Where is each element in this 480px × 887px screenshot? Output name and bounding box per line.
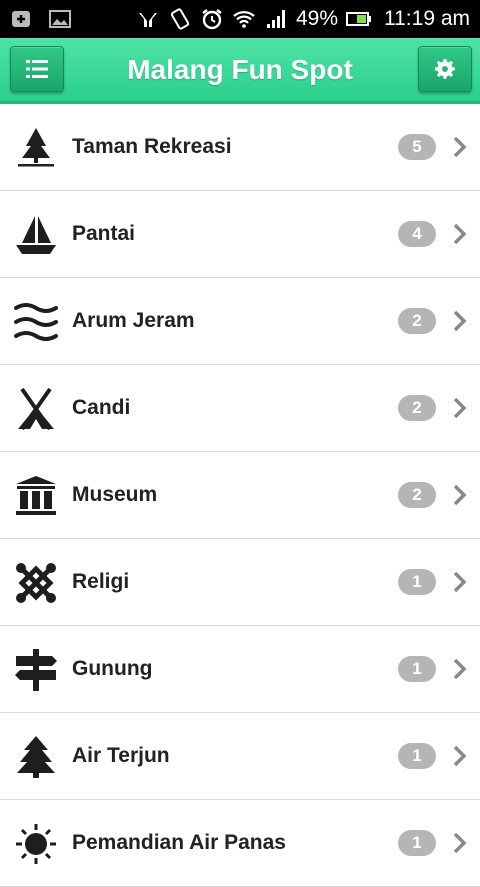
menu-button[interactable] (10, 46, 64, 92)
sun-icon (16, 824, 56, 864)
battery-icon (346, 12, 371, 26)
list-item-air-terjun[interactable]: Air Terjun 1 (0, 713, 480, 800)
chevron-right-icon (453, 484, 467, 506)
count-badge: 1 (398, 830, 436, 856)
count-badge: 2 (398, 308, 436, 334)
count-badge: 1 (398, 569, 436, 595)
rotate-icon (170, 8, 190, 30)
chevron-right-icon (453, 658, 467, 680)
signal-icon (266, 10, 285, 28)
list-item-arum-jeram[interactable]: Arum Jeram 2 (0, 278, 480, 365)
pine-tree-icon (17, 736, 55, 778)
signpost-icon (15, 649, 57, 691)
chevron-right-icon (453, 310, 467, 332)
list-menu-icon (26, 60, 48, 78)
count-badge: 1 (398, 656, 436, 682)
app-bar: Malang Fun Spot (0, 38, 480, 104)
chevron-right-icon (453, 832, 467, 854)
count-badge: 5 (398, 134, 436, 160)
list-item-museum[interactable]: Museum 2 (0, 452, 480, 539)
list-item-pemandian-air-panas[interactable]: Pemandian Air Panas 1 (0, 800, 480, 887)
wifi-icon (233, 11, 255, 28)
tent-icon (18, 387, 54, 431)
clock: 11:19 am (384, 7, 470, 30)
list-item-label: Arum Jeram (72, 309, 195, 332)
list-item-taman-rekreasi[interactable]: Taman Rekreasi 5 (0, 104, 480, 191)
count-badge: 1 (398, 743, 436, 769)
battery-percent: 49% (295, 7, 338, 30)
image-icon (49, 10, 71, 28)
list-item-pantai[interactable]: Pantai 4 (0, 191, 480, 278)
category-list: Taman Rekreasi 5 Pantai 4 Arum Jeram 2 C… (0, 104, 480, 887)
list-item-label: Pantai (72, 222, 136, 245)
list-item-label: Museum (72, 483, 158, 506)
chevron-right-icon (453, 745, 467, 767)
chevron-right-icon (453, 571, 467, 593)
alarm-icon (202, 9, 222, 30)
list-item-label: Candi (72, 396, 131, 419)
list-item-label: Air Terjun (72, 744, 170, 767)
tree-icon (18, 128, 54, 167)
list-item-religi[interactable]: Religi 1 (0, 539, 480, 626)
add-box-icon (12, 11, 30, 27)
list-item-gunung[interactable]: Gunung 1 (0, 626, 480, 713)
settings-button[interactable] (418, 46, 472, 92)
chevron-right-icon (453, 397, 467, 419)
gear-icon (434, 58, 455, 79)
hands-icon (138, 13, 157, 27)
count-badge: 4 (398, 221, 436, 247)
app-title: Malang Fun Spot (127, 54, 353, 85)
list-item-label: Taman Rekreasi (72, 135, 232, 158)
list-item-label: Religi (72, 570, 130, 593)
count-badge: 2 (398, 482, 436, 508)
waves-icon (14, 303, 58, 341)
list-item-label: Pemandian Air Panas (72, 831, 286, 854)
count-badge: 2 (398, 395, 436, 421)
sailboat-icon (16, 216, 56, 254)
museum-icon (16, 476, 56, 515)
status-right: 49% 11:19 am (136, 7, 470, 31)
chevron-right-icon (453, 136, 467, 158)
knot-icon (16, 563, 56, 603)
list-item-label: Gunung (72, 657, 153, 680)
status-left (10, 7, 72, 31)
chevron-right-icon (453, 223, 467, 245)
list-item-candi[interactable]: Candi 2 (0, 365, 480, 452)
status-bar: 49% 11:19 am (0, 0, 480, 38)
